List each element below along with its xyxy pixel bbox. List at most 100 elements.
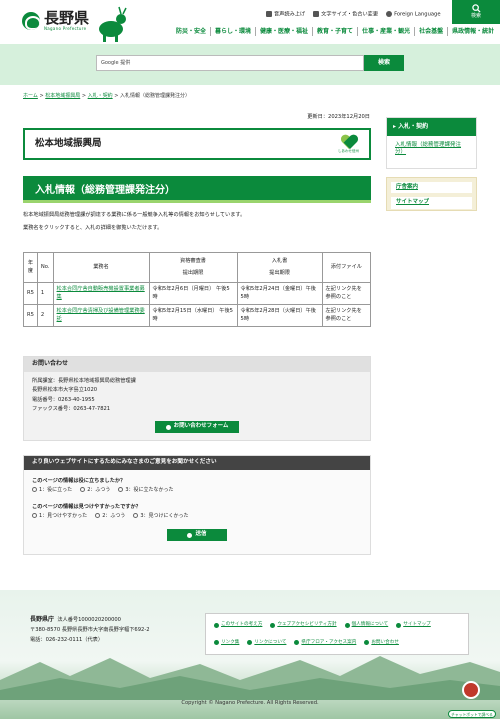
nav-item-infrastructure[interactable]: 社会基盤 (415, 27, 449, 36)
footer-link[interactable]: サイトマップ (396, 619, 431, 632)
cell-doc: 令和5年2月6日（月曜日） 午後5時 (148, 282, 238, 305)
footer-link-label: リンクについて (254, 639, 287, 645)
bullet-icon (364, 640, 370, 646)
q1-option-1-label: 1：役に立った (39, 487, 73, 494)
breadcrumb: ホーム > 松本地域振興局 > 入札・契約 > 入札情報（総務管理課発注分） (23, 93, 191, 99)
survey-question-1: このページの情報は役に立ちましたか？ (32, 478, 126, 484)
office-banner: 松本地域振興局 しあわせ信州 (23, 128, 371, 160)
cell-no: 2 (36, 304, 54, 327)
col-doc: 資格審査書 提出期限 (148, 252, 238, 283)
font-size-icon (313, 11, 320, 17)
search-icon (471, 4, 481, 13)
bid-link[interactable]: 松本合同庁舎清掃及び設備管理業務委託 (57, 308, 145, 321)
footer-link-label: お問い合わせ (371, 639, 399, 645)
footer-link[interactable]: 県庁フロア・アクセス案内 (294, 637, 356, 650)
footer-link[interactable]: 個人情報について (344, 619, 389, 632)
col-name: 業務名 (52, 252, 150, 283)
nav-item-education[interactable]: 教育・子育て (313, 27, 359, 36)
contact-fax: ファックス番号：0263-47-7821 (32, 406, 111, 413)
col-doc-label: 資格審査書 (180, 257, 206, 264)
heart-logo-icon (341, 135, 357, 149)
sidebar-item-office-guide[interactable]: 庁舎案内 (391, 182, 472, 194)
bullet-icon (247, 640, 253, 646)
sidebar-heading[interactable]: ▸ 入札・契約 (387, 118, 476, 136)
cell-doc: 令和5年2月15日（水曜日） 午後5時 (148, 304, 238, 327)
intro-text: 松本地域振興局総務管理課が調達する業務に係る一般競争入札等の情報をお知らせしてい… (23, 212, 246, 218)
site-logo[interactable]: 長野県 Nagano Prefecture (22, 11, 89, 31)
intro-note: 業務名をクリックすると、入札の詳細を御覧いただけます。 (23, 225, 163, 231)
breadcrumb-office[interactable]: 松本地域振興局 (45, 93, 80, 99)
col-doc-deadline: 提出期限 (182, 270, 204, 276)
contact-heading: お問い合わせ (24, 357, 370, 372)
voice-read-link[interactable]: 音声読み上げ (266, 11, 305, 19)
radio-icon (118, 487, 124, 493)
footer-link-label: 個人情報について (351, 622, 389, 628)
radio-icon (32, 487, 37, 493)
footer-link-label: ウェブアクセシビリティ方針 (277, 622, 337, 628)
breadcrumb-home[interactable]: ホーム (23, 93, 38, 99)
survey-heading: より良いウェブサイトにするためにみなさまのご意見をお聞かせください (24, 456, 370, 470)
chatbot-icon (462, 681, 480, 699)
chatbot-label: チャットボットで調べる (448, 710, 496, 718)
table-header-row: 年度 No. 業務名 資格審査書 提出期限 入札書 提出期限 添付ファイル (23, 252, 372, 283)
site-search-input[interactable]: Google 提供 (96, 55, 364, 71)
footer-tel: 電話：026-232-0111（代表） (30, 636, 104, 643)
site-header: 長野県 Nagano Prefecture 音声読み上げ 文字サイズ・色合い変更… (0, 0, 500, 44)
cell-bid: 令和5年2月24日（金曜日）午後5時 (236, 282, 323, 305)
footer-link[interactable]: リンクについて (247, 637, 286, 650)
office-name: 松本地域振興局 (35, 137, 102, 149)
col-year: 年度 (23, 252, 38, 283)
footer-link[interactable]: このサイトの考え方 (214, 619, 262, 632)
nav-item-industry[interactable]: 仕事・産業・観光 (358, 27, 416, 36)
chatbot-launcher[interactable]: チャットボットで調べる (448, 681, 496, 718)
header-search-button[interactable]: 検索 (452, 0, 500, 24)
bid-table: 年度 No. 業務名 資格審査書 提出期限 入札書 提出期限 添付ファイル R5 1… (23, 252, 372, 327)
logo-subtitle: Nagano Prefecture (44, 26, 87, 31)
survey-submit-button[interactable]: 送信 (167, 529, 227, 541)
cell-name: 松本合同庁舎自動販売機設置事業者募集 (52, 282, 150, 305)
footer-link[interactable]: お問い合わせ (364, 637, 399, 650)
q1-option-1[interactable]: 1：役に立った (32, 487, 72, 494)
font-size-link[interactable]: 文字サイズ・色合い変更 (313, 11, 378, 19)
q2-option-3[interactable]: 3：見つけにくかった (133, 512, 189, 520)
speaker-icon (266, 11, 272, 17)
nav-item-health[interactable]: 健康・医療・福祉 (256, 27, 314, 36)
radio-icon (95, 512, 101, 518)
nav-item-safety[interactable]: 防災・安全 (172, 27, 212, 36)
bid-link[interactable]: 松本合同庁舎自動販売機設置事業者募集 (57, 286, 145, 299)
prefecture-emblem-icon (22, 12, 40, 31)
q1-option-3[interactable]: 3：役に立たなかった (118, 487, 174, 494)
q2-option-1[interactable]: 1：見つけやすかった (32, 512, 87, 520)
q2-option-2[interactable]: 2：ふつう (95, 512, 125, 520)
q1-option-2[interactable]: 2：ふつう (80, 487, 110, 494)
voice-read-label: 音声読み上げ (274, 11, 306, 18)
radio-icon (32, 512, 37, 518)
cell-name: 松本合同庁舎清掃及び設備管理業務委託 (52, 304, 150, 327)
sidebar-extra-links: 庁舎案内 サイトマップ (386, 177, 477, 211)
contact-form-button[interactable]: お問い合わせフォーム (155, 421, 239, 433)
bullet-icon (214, 622, 219, 628)
nav-item-government[interactable]: 県政情報・統計 (448, 27, 498, 36)
site-search-button[interactable]: 検索 (364, 55, 404, 71)
breadcrumb-bidding[interactable]: 入札・契約 (88, 93, 113, 99)
contact-form-label: お問い合わせフォーム (173, 423, 229, 430)
col-file: 添付ファイル (321, 252, 372, 283)
breadcrumb-current: 入札情報（総務管理課発注分） (120, 93, 191, 99)
footer-link[interactable]: ウェブアクセシビリティ方針 (270, 619, 337, 632)
col-bid-label: 入札書 (271, 257, 288, 264)
foreign-language-link[interactable]: Foreign Language (386, 11, 441, 19)
footer-link[interactable]: リンク集 (214, 637, 239, 650)
nav-item-living[interactable]: 暮らし・環境 (211, 27, 257, 36)
sidebar-item-sitemap[interactable]: サイトマップ (391, 197, 472, 209)
q2-option-3-label: 3：見つけにくかった (140, 512, 189, 519)
sidebar-item-bid-info[interactable]: 入札情報（総務管理課発注分） (387, 136, 476, 163)
mascot-illustration-icon (99, 6, 127, 42)
mountain-illustration-icon (0, 656, 500, 700)
bullet-icon (344, 622, 350, 628)
contact-address: 長野県松本市大字島立1020 (32, 387, 98, 394)
footer-link-label: 県庁フロア・アクセス案内 (301, 639, 357, 645)
globe-icon (386, 11, 393, 17)
updated-date: 更新日：2023年12月20日 (307, 114, 370, 120)
bullet-icon (294, 640, 300, 646)
copyright: Copyright © Nagano Prefecture. All Right… (181, 700, 319, 706)
